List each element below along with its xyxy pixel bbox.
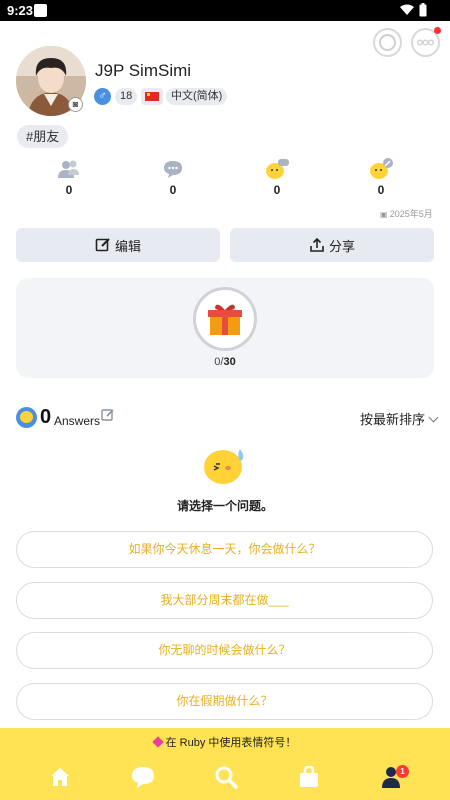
stat-value: 0 xyxy=(273,183,281,197)
stat-value: 0 xyxy=(169,183,177,197)
chat-bubble-icon[interactable] xyxy=(131,765,155,789)
question-option[interactable]: 你无聊的时候会做什么？ xyxy=(16,632,433,669)
gift-total: 30 xyxy=(223,356,236,368)
stat-value: 0 xyxy=(65,183,73,197)
join-date-text: 2025年5月 xyxy=(389,209,433,219)
camera-icon[interactable]: ◙ xyxy=(68,97,83,112)
answers-label: Answers xyxy=(54,414,101,428)
banner-text: 在 Ruby 中使用表情符号！ xyxy=(165,737,297,749)
emoji-banner[interactable]: 在 Ruby 中使用表情符号！ xyxy=(0,734,450,750)
search-icon[interactable] xyxy=(214,765,238,789)
refresh-icon xyxy=(379,34,396,51)
age-badge: 18 xyxy=(115,88,138,105)
notification-icon xyxy=(34,4,47,17)
question-option[interactable]: 我大部分周末都在做___ xyxy=(16,582,433,619)
chat-icon xyxy=(164,161,182,178)
answers-count: 0 xyxy=(40,406,52,428)
stat-chats[interactable]: 0 xyxy=(143,158,203,197)
refresh-button[interactable] xyxy=(373,28,402,57)
edit-icon xyxy=(95,238,110,252)
username: J9P SimSimi xyxy=(95,61,192,80)
chick-chat-icon xyxy=(266,159,289,179)
sort-label: 按最新排序 xyxy=(360,412,426,427)
gift-button[interactable] xyxy=(193,287,257,351)
join-date: ▣ 2025年5月 xyxy=(380,207,433,220)
notification-dot xyxy=(434,27,441,34)
question-option[interactable]: 如果你今天休息一天，你会做什么？ xyxy=(16,531,433,568)
empty-prompt: 请选择一个问题。 xyxy=(176,499,273,513)
hashtag-tag[interactable]: #朋友 xyxy=(17,125,69,148)
share-label: 分享 xyxy=(328,238,355,254)
stat-value: 0 xyxy=(377,183,385,197)
more-icon xyxy=(416,39,434,46)
edit-profile-button[interactable]: 编辑 xyxy=(16,228,220,262)
write-answer-icon[interactable] xyxy=(101,408,115,422)
gift-icon xyxy=(208,304,242,335)
chick-edit-icon xyxy=(370,158,393,179)
gift-count: 0/30 xyxy=(0,356,450,368)
status-bar: 9:23 xyxy=(0,0,450,21)
stat-chick-edits[interactable]: 0 xyxy=(351,158,411,197)
sort-dropdown[interactable]: 按最新排序 xyxy=(360,409,439,428)
chevron-down-icon xyxy=(428,412,439,423)
friends-icon xyxy=(58,160,79,178)
status-time: 9:23 xyxy=(7,3,34,18)
share-icon xyxy=(310,237,324,252)
male-icon: ♂ xyxy=(94,88,111,105)
language-badge: 中文(简体) xyxy=(166,88,228,105)
battery-icon xyxy=(419,3,427,17)
question-option[interactable]: 你在假期做什么？ xyxy=(16,683,433,720)
notification-badge: 1 xyxy=(396,765,409,778)
answers-logo-icon xyxy=(16,407,37,428)
china-flag-icon xyxy=(141,88,163,105)
ruby-icon xyxy=(151,736,164,748)
shop-icon[interactable] xyxy=(297,765,321,789)
edit-label: 编辑 xyxy=(114,238,141,254)
home-icon[interactable] xyxy=(48,765,72,789)
wifi-icon xyxy=(400,4,414,15)
sweating-chick-icon xyxy=(204,449,244,484)
stat-chick-chats[interactable]: 0 xyxy=(247,158,307,197)
stat-friends[interactable]: 0 xyxy=(39,158,99,197)
share-button[interactable]: 分享 xyxy=(230,228,434,262)
calendar-icon: ▣ xyxy=(380,210,390,219)
